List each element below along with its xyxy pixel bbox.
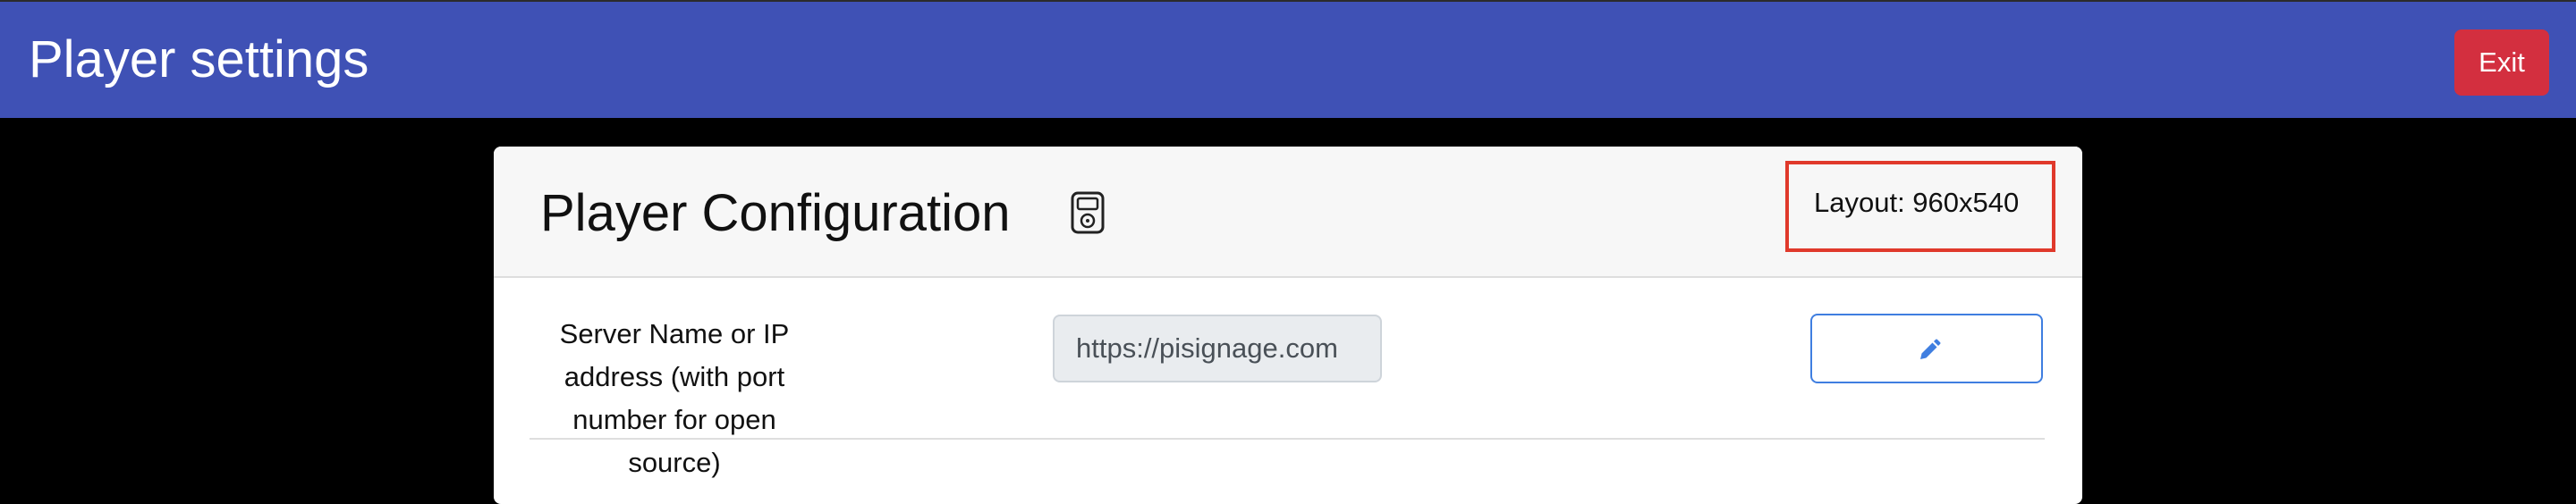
pencil-icon [1920, 339, 1941, 359]
player-configuration-card: Player Configuration Layout: 960x540 Ser… [494, 147, 2082, 504]
server-name-label: Server Name or IP address (with port num… [559, 318, 790, 478]
card-title: Player Configuration [540, 184, 1011, 242]
server-address-input[interactable] [1053, 315, 1382, 382]
card-header: Player Configuration Layout: 960x540 [494, 147, 2082, 278]
media-player-icon [1071, 191, 1105, 234]
exit-button[interactable]: Exit [2454, 29, 2549, 96]
layout-label: Layout: 960x540 [1814, 187, 2020, 218]
page-title: Player settings [29, 30, 369, 88]
row-divider [530, 438, 2045, 440]
top-bar: Player settings Exit [0, 0, 2576, 118]
edit-server-button[interactable] [1810, 314, 2043, 383]
